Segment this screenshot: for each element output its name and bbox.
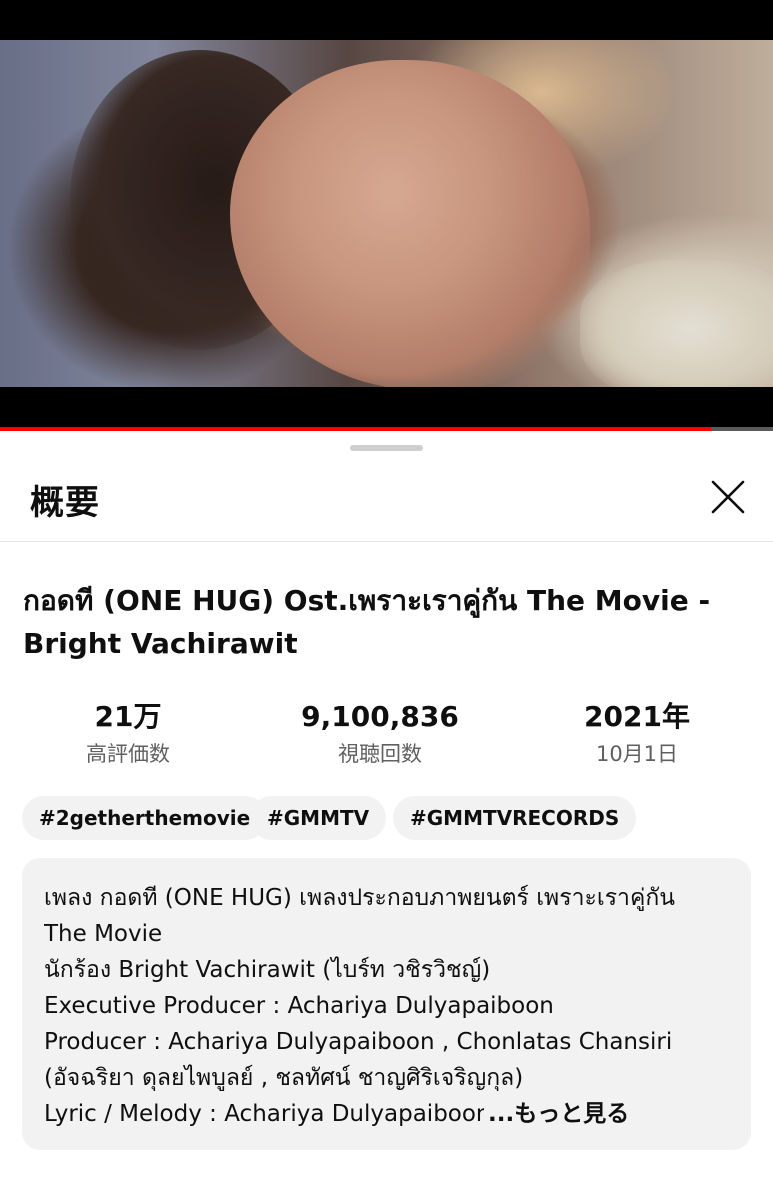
description-text: เพลง กอดที (ONE HUG) เพลงประกอบภาพยนตร์ …	[44, 880, 734, 1132]
likes-label: 高評価数	[86, 742, 170, 766]
close-button[interactable]	[706, 475, 750, 519]
likes-count: 21万	[94, 700, 162, 733]
views-count: 9,100,836	[301, 700, 459, 733]
views-label: 視聴回数	[338, 742, 422, 766]
description-sheet: 概要 กอดที (ONE HUG) Ost.เพราะเราคู่กัน Th…	[0, 431, 773, 1200]
description-line: Executive Producer : Achariya Dulyapaibo…	[44, 993, 554, 1019]
description-line: Lyric / Melody : Achariya Dulyapaiboon	[44, 1101, 484, 1127]
publish-date: 10月1日	[595, 742, 679, 766]
description-box[interactable]: เพลง กอดที (ONE HUG) เพลงประกอบภาพยนตร์ …	[22, 858, 751, 1150]
sheet-title: 概要	[30, 483, 100, 523]
views-stat: 9,100,836 視聴回数	[260, 697, 500, 769]
header-divider	[0, 541, 773, 542]
video-stats: 21万 高評価数 9,100,836 視聴回数 2021年 10月1日	[0, 697, 773, 777]
description-line: เพลง กอดที (ONE HUG) เพลงประกอบภาพยนตร์ …	[44, 885, 676, 911]
video-title: กอดที (ONE HUG) Ost.เพราะเราคู่กัน The M…	[23, 584, 711, 660]
date-stat: 2021年 10月1日	[517, 697, 757, 769]
description-line: Producer : Achariya Dulyapaiboon , Chonl…	[44, 1029, 673, 1055]
status-bar	[0, 0, 773, 40]
publish-year: 2021年	[584, 700, 690, 733]
hashtag-chip[interactable]: #GMMTV	[250, 796, 387, 840]
hashtag-chip[interactable]: #2getherthemovie	[22, 796, 268, 840]
hashtag-chip[interactable]: #GMMTVRECORDS	[393, 796, 637, 840]
likes-stat: 21万 高評価数	[8, 697, 248, 769]
video-letterbox	[0, 387, 773, 430]
video-player[interactable]	[0, 40, 773, 387]
drag-handle[interactable]	[350, 445, 423, 451]
close-icon	[711, 480, 745, 514]
description-line: นักร้อง Bright Vachirawit (ไบร์ท วชิรวิช…	[44, 957, 491, 983]
description-line: (อัจฉริยา ดุลยไพบูลย์ , ชลทัศน์ ชาญศิริเ…	[44, 1065, 524, 1091]
description-line: The Movie	[44, 921, 163, 947]
show-more-button[interactable]: ...もっと見る	[484, 1096, 630, 1132]
